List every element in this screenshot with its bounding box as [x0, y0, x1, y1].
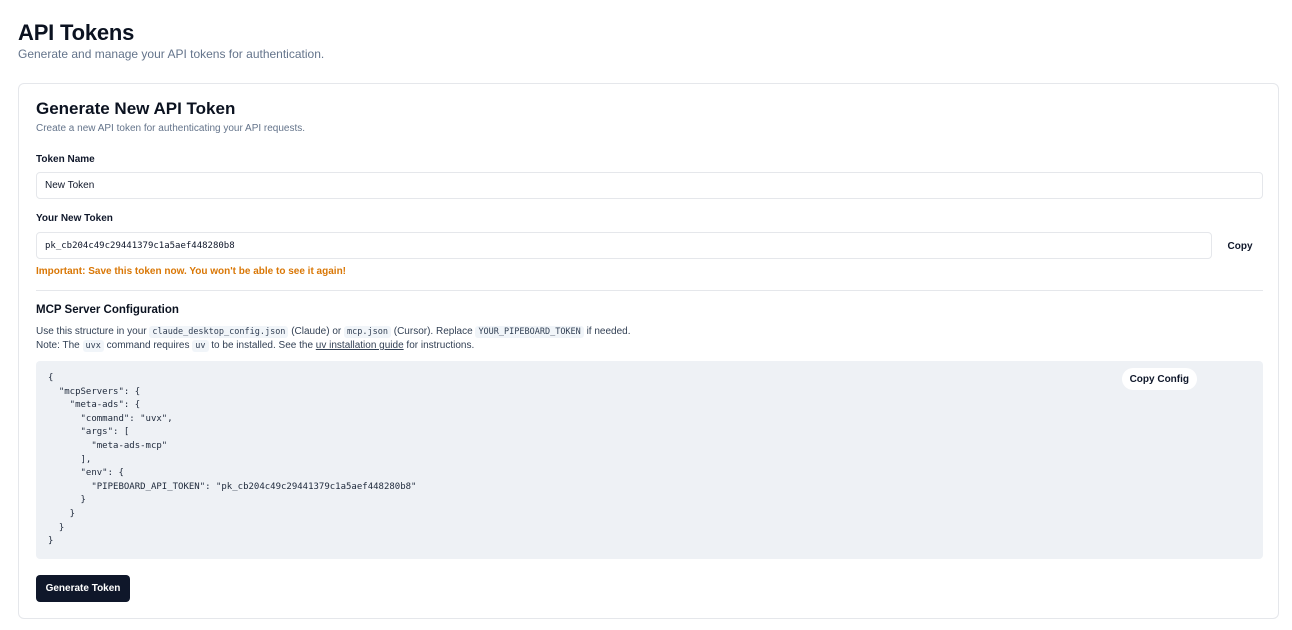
help-text: command requires — [103, 340, 193, 351]
card-title: Generate New API Token — [36, 99, 236, 118]
mcp-json-filename: mcp.json — [344, 326, 391, 338]
token-warning: Important: Save this token now. You won'… — [36, 266, 347, 277]
api-tokens-page: API Tokens Generate and manage your API … — [0, 0, 1292, 630]
config-json: { "mcpServers": { "meta-ads": { "command… — [48, 373, 417, 547]
token-name-input[interactable]: New Token — [36, 172, 1263, 199]
uv-installation-guide-link[interactable]: uv installation guide — [316, 340, 404, 351]
generate-token-card: Generate New API Token Create a new API … — [18, 83, 1279, 619]
uv-code: uv — [192, 340, 209, 352]
new-token-value: pk_cb204c49c29441379c1a5aef448280b8 — [45, 240, 235, 251]
new-token-label: Your New Token — [36, 213, 113, 224]
new-token-field[interactable]: pk_cb204c49c29441379c1a5aef448280b8 — [36, 232, 1212, 259]
help-text: to be installed. See the — [208, 340, 316, 351]
page-subtitle: Generate and manage your API tokens for … — [18, 47, 325, 61]
help-text: Note: The — [36, 340, 83, 351]
token-name-label: Token Name — [36, 154, 95, 165]
uvx-code: uvx — [82, 340, 104, 352]
section-divider — [36, 290, 1263, 291]
help-text: Use this structure in your — [36, 326, 150, 337]
help-text: (Claude) or — [288, 326, 345, 337]
help-text: (Cursor). Replace — [390, 326, 476, 337]
token-name-value: New Token — [45, 180, 95, 191]
copy-token-button[interactable]: Copy — [1219, 233, 1261, 260]
mcp-help-line-1: Use this structure in your claude_deskto… — [36, 325, 631, 339]
page-title: API Tokens — [18, 20, 135, 45]
generate-token-button[interactable]: Generate Token — [36, 575, 130, 602]
copy-config-button[interactable]: Copy Config — [1121, 368, 1197, 390]
config-code-block: { "mcpServers": { "meta-ads": { "command… — [36, 361, 1263, 559]
mcp-section-title: MCP Server Configuration — [36, 304, 179, 316]
help-text: for instructions. — [403, 340, 475, 351]
card-description: Create a new API token for authenticatin… — [36, 123, 306, 134]
mcp-help-line-2: Note: The uvx command requires uv to be … — [36, 339, 474, 353]
claude-config-filename: claude_desktop_config.json — [149, 326, 289, 338]
help-text: if needed. — [583, 326, 631, 337]
token-placeholder-code: YOUR_PIPEBOARD_TOKEN — [475, 326, 584, 338]
